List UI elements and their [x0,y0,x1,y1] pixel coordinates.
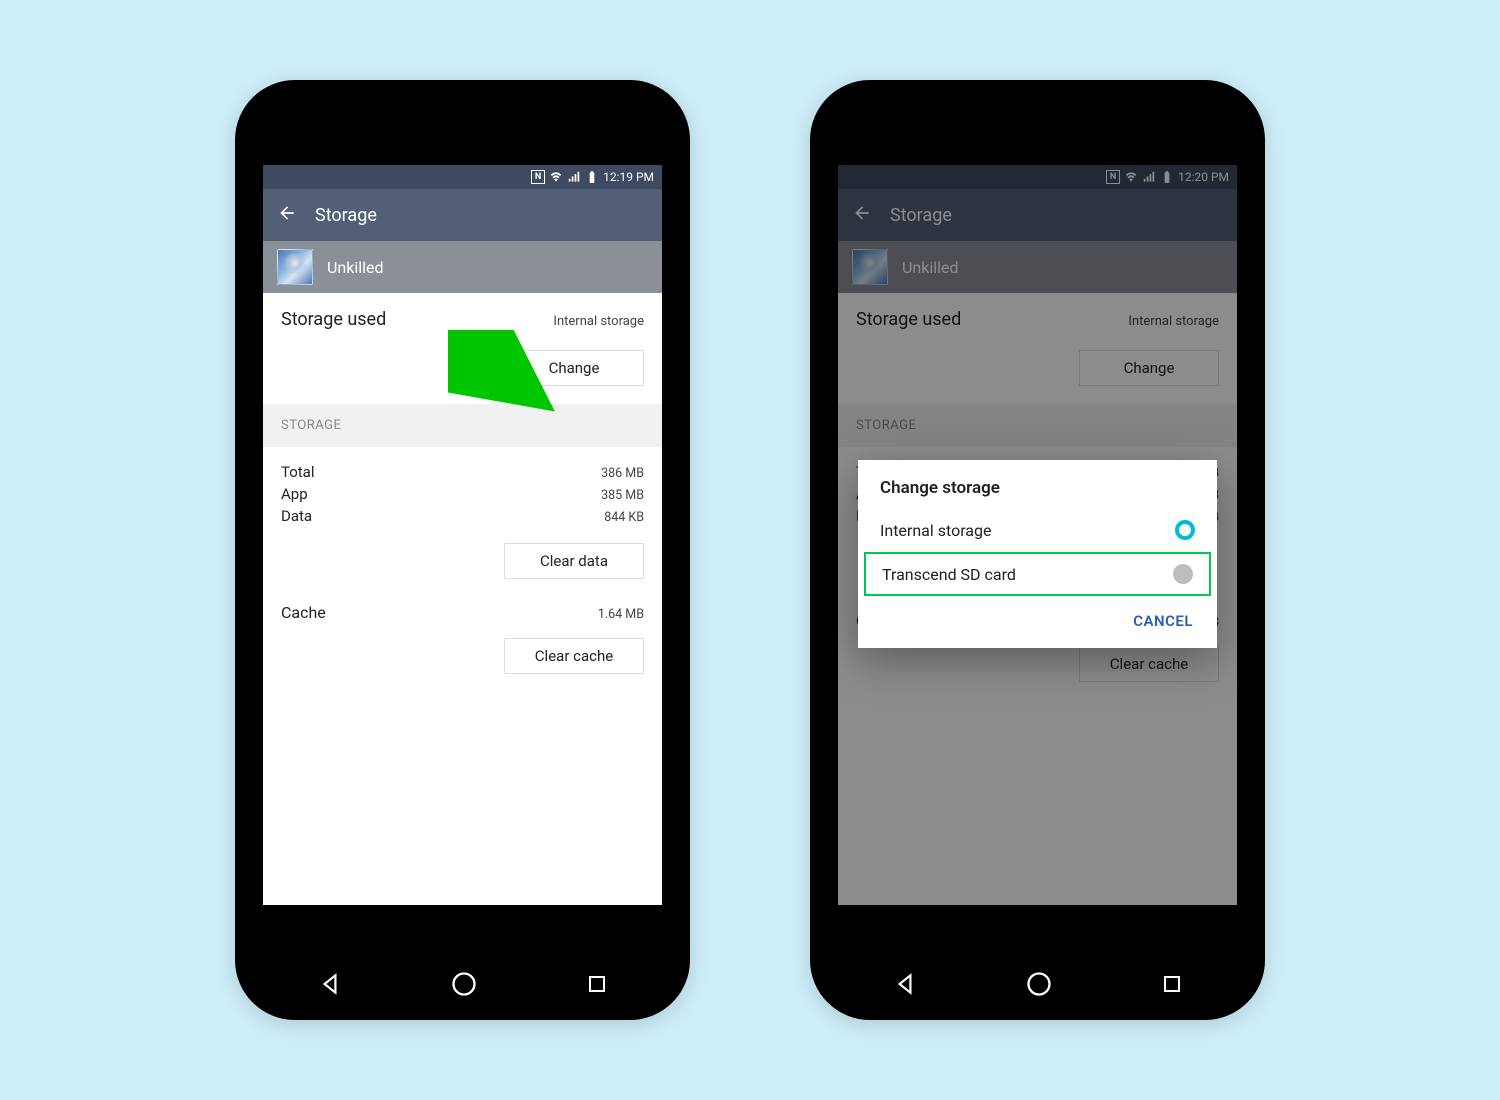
app-title-row: Unkilled [263,241,662,293]
phone-screen-right: N 12:20 PM Storage Unkilled Storage used… [838,165,1237,905]
nav-home-icon[interactable] [1025,970,1053,998]
change-storage-dialog: Change storage Internal storage Transcen… [858,460,1217,648]
cache-label: Cache [281,603,326,622]
data-value: 844 KB [604,510,644,525]
total-label: Total [281,463,315,481]
nav-back-icon[interactable] [892,971,918,997]
app-name: Unkilled [327,258,384,277]
dialog-title: Change storage [858,478,1217,508]
clear-data-button[interactable]: Clear data [504,543,644,579]
dialog-option-sdcard[interactable]: Transcend SD card [864,552,1211,596]
dialog-option-internal-label: Internal storage [880,521,991,540]
phone-right: N 12:20 PM Storage Unkilled Storage used… [810,80,1265,1020]
phone-screen-left: N 12:19 PM Storage Unkilled Storage used… [263,165,662,905]
nav-recent-icon[interactable] [1160,972,1184,996]
annotation-arrow [448,330,558,415]
app-storage-value: 385 MB [601,488,644,503]
status-bar: N 12:19 PM [263,165,662,189]
nav-bar [838,962,1237,1006]
nfc-icon: N [531,170,545,184]
app-bar: Storage [263,189,662,241]
app-icon [277,249,313,285]
dialog-option-sdcard-label: Transcend SD card [882,565,1016,584]
radio-selected-icon [1175,520,1195,540]
nav-bar [263,962,662,1006]
clear-cache-button[interactable]: Clear cache [504,638,644,674]
cache-section: Cache 1.64 MB Clear cache [263,587,662,688]
battery-icon [585,170,599,184]
nav-back-icon[interactable] [317,971,343,997]
storage-data-section: Total 386 MB App 385 MB Data 844 KB Clea… [263,447,662,587]
app-storage-label: App [281,485,308,503]
storage-used-label: Storage used [281,309,386,330]
back-button[interactable] [277,203,297,227]
nav-home-icon[interactable] [450,970,478,998]
cache-value: 1.64 MB [598,607,644,622]
radio-unselected-icon [1173,564,1193,584]
dialog-cancel-button[interactable]: CANCEL [1123,604,1203,638]
dialog-option-internal[interactable]: Internal storage [858,508,1217,552]
phone-left: N 12:19 PM Storage Unkilled Storage used… [235,80,690,1020]
status-time: 12:19 PM [603,170,654,184]
data-label: Data [281,507,312,525]
signal-icon [567,170,581,184]
nav-recent-icon[interactable] [585,972,609,996]
wifi-icon [549,170,563,184]
storage-used-value: Internal storage [553,314,644,329]
page-title: Storage [315,205,377,226]
total-value: 386 MB [601,466,644,481]
